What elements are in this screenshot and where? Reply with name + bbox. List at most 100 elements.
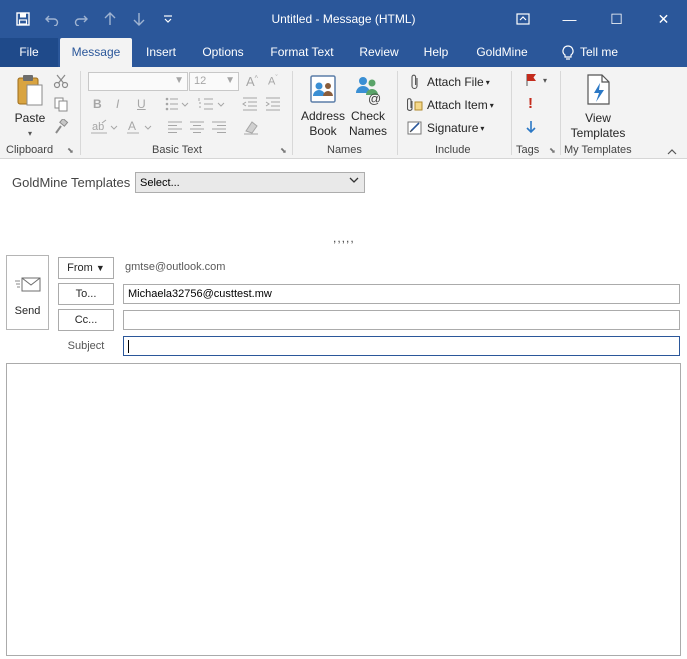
paperclip-icon (407, 74, 423, 90)
group-divider (560, 71, 561, 155)
low-importance-icon[interactable] (526, 120, 536, 137)
font-size-value: 12 (194, 75, 207, 87)
align-left-icon[interactable] (167, 121, 183, 136)
tab-goldmine[interactable]: GoldMine (468, 38, 536, 67)
send-button[interactable]: Send (6, 255, 49, 330)
italic-icon[interactable]: I (116, 97, 119, 111)
tab-message[interactable]: Message (60, 38, 132, 67)
align-center-icon[interactable] (189, 121, 205, 136)
tab-insert[interactable]: Insert (136, 38, 186, 67)
group-divider (80, 71, 81, 155)
close-button[interactable]: ✕ (640, 0, 687, 38)
clipboard-group-label: Clipboard (6, 144, 54, 156)
send-icon (14, 276, 42, 297)
group-divider (397, 71, 398, 155)
tab-help[interactable]: Help (417, 38, 455, 67)
tab-options[interactable]: Options (193, 38, 253, 67)
check-names-label-2: Names (348, 124, 387, 138)
group-divider (511, 71, 512, 155)
tab-tell-me[interactable]: Tell me (553, 38, 627, 67)
underline-icon[interactable]: U (137, 97, 146, 111)
minimize-button[interactable]: — (546, 0, 593, 38)
signature-button[interactable]: Signature ▾ (407, 118, 484, 138)
from-label: From (67, 262, 93, 274)
subject-field[interactable] (123, 336, 680, 356)
chevron-down-icon: ▾ (489, 100, 494, 110)
format-painter-icon[interactable] (53, 117, 69, 138)
text-caret (128, 340, 129, 353)
from-button[interactable]: From ▼ (58, 257, 114, 279)
cut-icon[interactable] (53, 73, 69, 92)
cc-button[interactable]: Cc... (58, 309, 114, 331)
to-field[interactable]: Michaela32756@custtest.mw (123, 284, 680, 304)
font-color-icon[interactable]: A (127, 119, 155, 138)
copy-icon[interactable] (53, 96, 69, 115)
increase-indent-icon[interactable] (265, 97, 281, 114)
align-right-icon[interactable] (211, 121, 227, 136)
view-templates-button[interactable]: View Templates (565, 73, 631, 141)
message-body[interactable] (6, 363, 681, 656)
clear-formatting-icon[interactable] (243, 119, 259, 138)
subject-label: Subject (67, 340, 105, 352)
goldmine-templates-select[interactable]: Select... (135, 172, 365, 193)
tab-file[interactable]: File (0, 38, 58, 67)
decrease-indent-icon[interactable] (242, 97, 258, 114)
chevron-down-icon: ▼ (95, 263, 105, 273)
basic-text-launcher-icon[interactable]: ⬊ (280, 146, 287, 155)
paste-icon (17, 75, 43, 106)
view-templates-icon (587, 74, 610, 105)
svg-text:A: A (128, 119, 136, 133)
goldmine-templates-label: GoldMine Templates (12, 175, 131, 190)
numbering-icon[interactable] (198, 97, 228, 114)
clipboard-launcher-icon[interactable]: ⬊ (67, 146, 74, 155)
tab-format-text[interactable]: Format Text (264, 38, 340, 67)
view-templates-label-1: View (585, 111, 611, 125)
tags-launcher-icon[interactable]: ⬊ (549, 146, 556, 155)
my-templates-group-label: My Templates (564, 144, 632, 156)
check-names-button[interactable]: @ Check Names (346, 73, 390, 139)
goldmine-templates-value: Select... (140, 177, 180, 189)
address-book-button[interactable]: Address Book (299, 73, 347, 139)
attach-file-label: Attach File (427, 75, 484, 89)
attach-item-icon (407, 97, 423, 113)
cc-field[interactable] (123, 310, 680, 330)
attach-item-label: Attach Item (427, 98, 488, 112)
chevron-down-icon: ▼ (174, 75, 184, 86)
paste-label: Paste (14, 111, 46, 125)
highlight-icon[interactable]: ab (91, 119, 119, 138)
bullets-icon[interactable] (165, 97, 191, 114)
signature-label: Signature (427, 121, 479, 135)
ribbon: Paste ▾ Clipboard ⬊ ▼ 12 ▼ A^ Aˇ B I U a… (0, 67, 687, 159)
chevron-down-icon: ▾ (485, 77, 490, 87)
ribbon-display-icon[interactable] (499, 0, 546, 38)
signature-icon (407, 120, 423, 136)
paste-button[interactable]: Paste ▾ (10, 73, 50, 141)
grow-font-icon[interactable]: A^ (246, 74, 258, 89)
attach-file-button[interactable]: Attach File ▾ (407, 72, 490, 92)
bold-icon[interactable]: B (93, 97, 102, 111)
high-importance-icon[interactable]: ! (528, 95, 533, 112)
maximize-button[interactable]: ☐ (593, 0, 640, 38)
collapse-ribbon-icon[interactable] (667, 145, 677, 159)
address-book-icon (310, 75, 336, 103)
check-names-icon: @ (356, 77, 381, 106)
to-button[interactable]: To... (58, 283, 114, 305)
address-book-label-2: Book (309, 124, 337, 138)
attach-item-button[interactable]: Attach Item ▾ (407, 95, 494, 115)
font-size-combo[interactable]: 12 ▼ (189, 72, 239, 91)
view-templates-label-2: Templates (570, 126, 626, 140)
follow-up-button[interactable]: ▾ (525, 73, 547, 87)
tags-group-label: Tags (516, 144, 540, 156)
tab-review[interactable]: Review (352, 38, 406, 67)
shrink-font-icon[interactable]: Aˇ (268, 75, 278, 88)
chevron-down-icon: ▾ (27, 129, 32, 138)
chevron-down-icon: ▼ (225, 75, 235, 86)
window-controls: — ☐ ✕ (499, 0, 687, 38)
check-names-label-1: Check (350, 109, 385, 123)
font-family-combo[interactable]: ▼ (88, 72, 188, 91)
send-label: Send (14, 305, 41, 317)
chevron-down-icon: ▾ (480, 123, 485, 133)
group-divider (292, 71, 293, 155)
from-value: gmtse@outlook.com (125, 261, 226, 273)
tell-me-label: Tell me (579, 45, 618, 59)
